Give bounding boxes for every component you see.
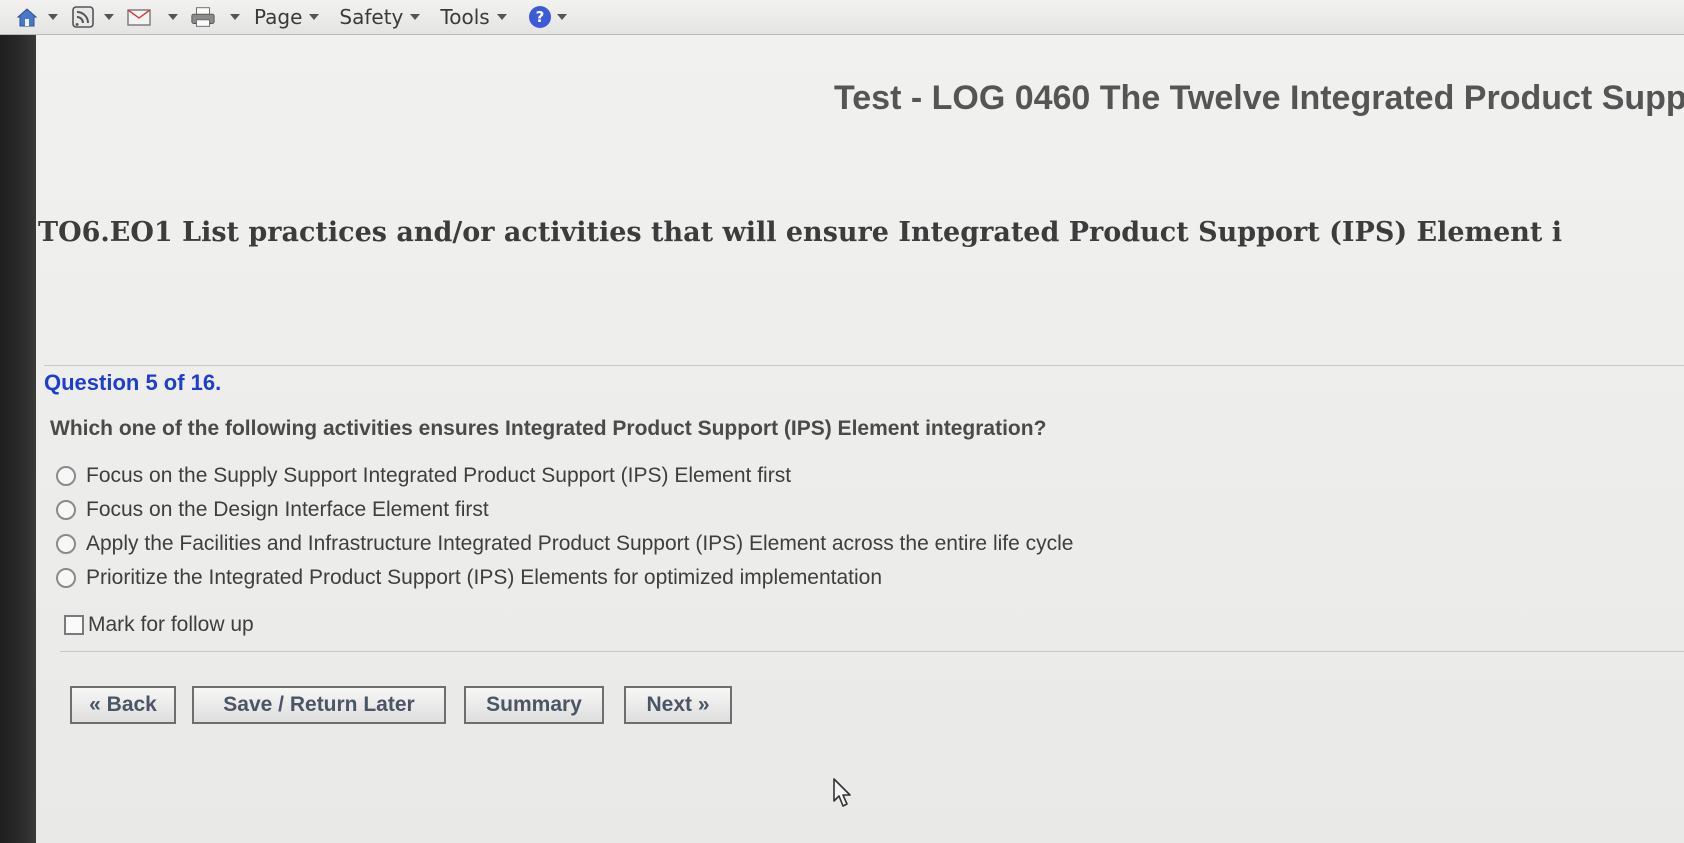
radio-button[interactable] xyxy=(56,568,76,588)
help-menu[interactable]: ? xyxy=(527,0,579,34)
radio-button[interactable] xyxy=(56,466,76,486)
chevron-down-icon xyxy=(410,14,421,20)
answer-option[interactable]: Apply the Facilities and Infrastructure … xyxy=(56,527,1073,561)
test-page: Test - LOG 0460 The Twelve Integrated Pr… xyxy=(36,35,1684,843)
chevron-down-icon xyxy=(556,14,567,20)
feeds-dropdown-icon[interactable] xyxy=(104,14,114,20)
objective-heading: TO6.EO1 List practices and/or activities… xyxy=(38,217,1563,248)
radio-button[interactable] xyxy=(56,534,76,554)
question-number: Question 5 of 16. xyxy=(44,370,222,395)
home-dropdown-icon[interactable] xyxy=(48,14,58,20)
home-icon[interactable] xyxy=(14,5,40,29)
follow-up-label: Mark for follow up xyxy=(88,613,254,636)
page-menu[interactable]: Page xyxy=(254,5,320,29)
answer-options: Focus on the Supply Support Integrated P… xyxy=(56,459,1073,595)
svg-text:?: ? xyxy=(535,8,544,26)
answer-option[interactable]: Focus on the Design Interface Element fi… xyxy=(56,493,1073,527)
divider xyxy=(60,651,1684,652)
tools-menu[interactable]: Tools xyxy=(440,5,507,29)
summary-button[interactable]: Summary xyxy=(464,686,604,724)
safety-menu[interactable]: Safety xyxy=(339,5,421,29)
answer-option-label: Apply the Facilities and Infrastructure … xyxy=(86,532,1074,555)
question-text: Which one of the following activities en… xyxy=(50,417,1047,440)
divider xyxy=(44,365,1684,366)
next-button[interactable]: Next » xyxy=(624,686,732,724)
follow-up-toggle[interactable]: Mark for follow up xyxy=(64,613,254,637)
chevron-down-icon xyxy=(309,14,320,20)
answer-option[interactable]: Focus on the Supply Support Integrated P… xyxy=(56,459,1073,493)
back-button[interactable]: « Back xyxy=(70,686,176,724)
page-menu-label: Page xyxy=(254,5,303,29)
print-dropdown-icon[interactable] xyxy=(230,14,240,20)
chevron-down-icon xyxy=(496,14,507,20)
follow-up-checkbox[interactable] xyxy=(64,615,84,635)
navigation-buttons: « Back Save / Return Later Summary Next … xyxy=(70,686,732,724)
mail-dropdown-icon[interactable] xyxy=(168,14,178,20)
answer-option-label: Prioritize the Integrated Product Suppor… xyxy=(86,566,883,589)
save-return-later-button[interactable]: Save / Return Later xyxy=(192,686,446,724)
answer-option-label: Focus on the Supply Support Integrated P… xyxy=(86,464,792,487)
mail-icon[interactable] xyxy=(126,5,152,29)
radio-button[interactable] xyxy=(56,500,76,520)
answer-option[interactable]: Prioritize the Integrated Product Suppor… xyxy=(56,561,1073,595)
mouse-pointer-icon xyxy=(833,778,851,807)
safety-menu-label: Safety xyxy=(339,5,404,29)
browser-command-bar: Page Safety Tools ? xyxy=(0,0,1684,35)
print-icon[interactable] xyxy=(190,5,216,29)
answer-option-label: Focus on the Design Interface Element fi… xyxy=(86,498,489,521)
screen-bezel xyxy=(0,0,36,843)
feeds-icon[interactable] xyxy=(70,5,96,29)
test-title: Test - LOG 0460 The Twelve Integrated Pr… xyxy=(834,79,1684,117)
tools-menu-label: Tools xyxy=(440,5,490,29)
help-icon: ? xyxy=(527,5,553,29)
